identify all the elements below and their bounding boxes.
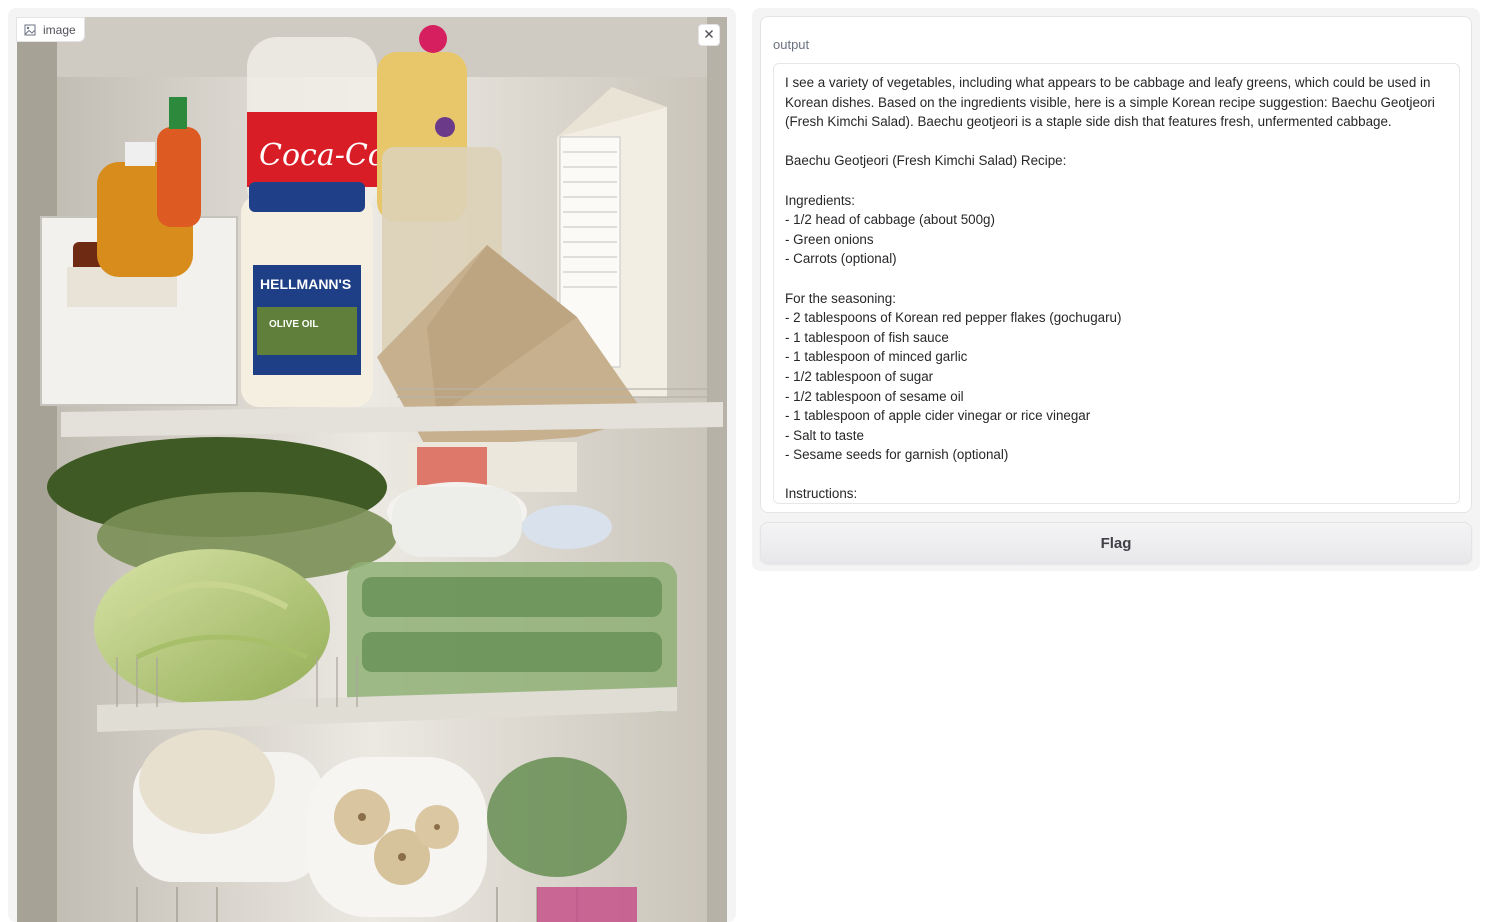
fridge-photo[interactable]: Coca-Cola HELLMANN'S OLIVE OIL [17, 17, 727, 922]
output-label: output [773, 37, 810, 52]
clear-image-button[interactable] [698, 24, 720, 46]
output-block: output I see a variety of vegetables, in… [760, 16, 1472, 513]
image-component-label: image [16, 17, 85, 42]
mayo-brand: HELLMANN'S [260, 276, 351, 292]
output-textbox[interactable]: I see a variety of vegetables, including… [773, 63, 1460, 504]
output-column: output I see a variety of vegetables, in… [752, 8, 1480, 571]
flag-button[interactable]: Flag [760, 522, 1472, 564]
image-panel: Coca-Cola HELLMANN'S OLIVE OIL image [8, 8, 736, 922]
image-label-text: image [43, 22, 76, 37]
mayo-variant: OLIVE OIL [269, 319, 318, 330]
close-icon [704, 26, 714, 44]
fridge-illustration: Coca-Cola HELLMANN'S OLIVE OIL [17, 17, 727, 922]
image-icon [23, 23, 37, 37]
